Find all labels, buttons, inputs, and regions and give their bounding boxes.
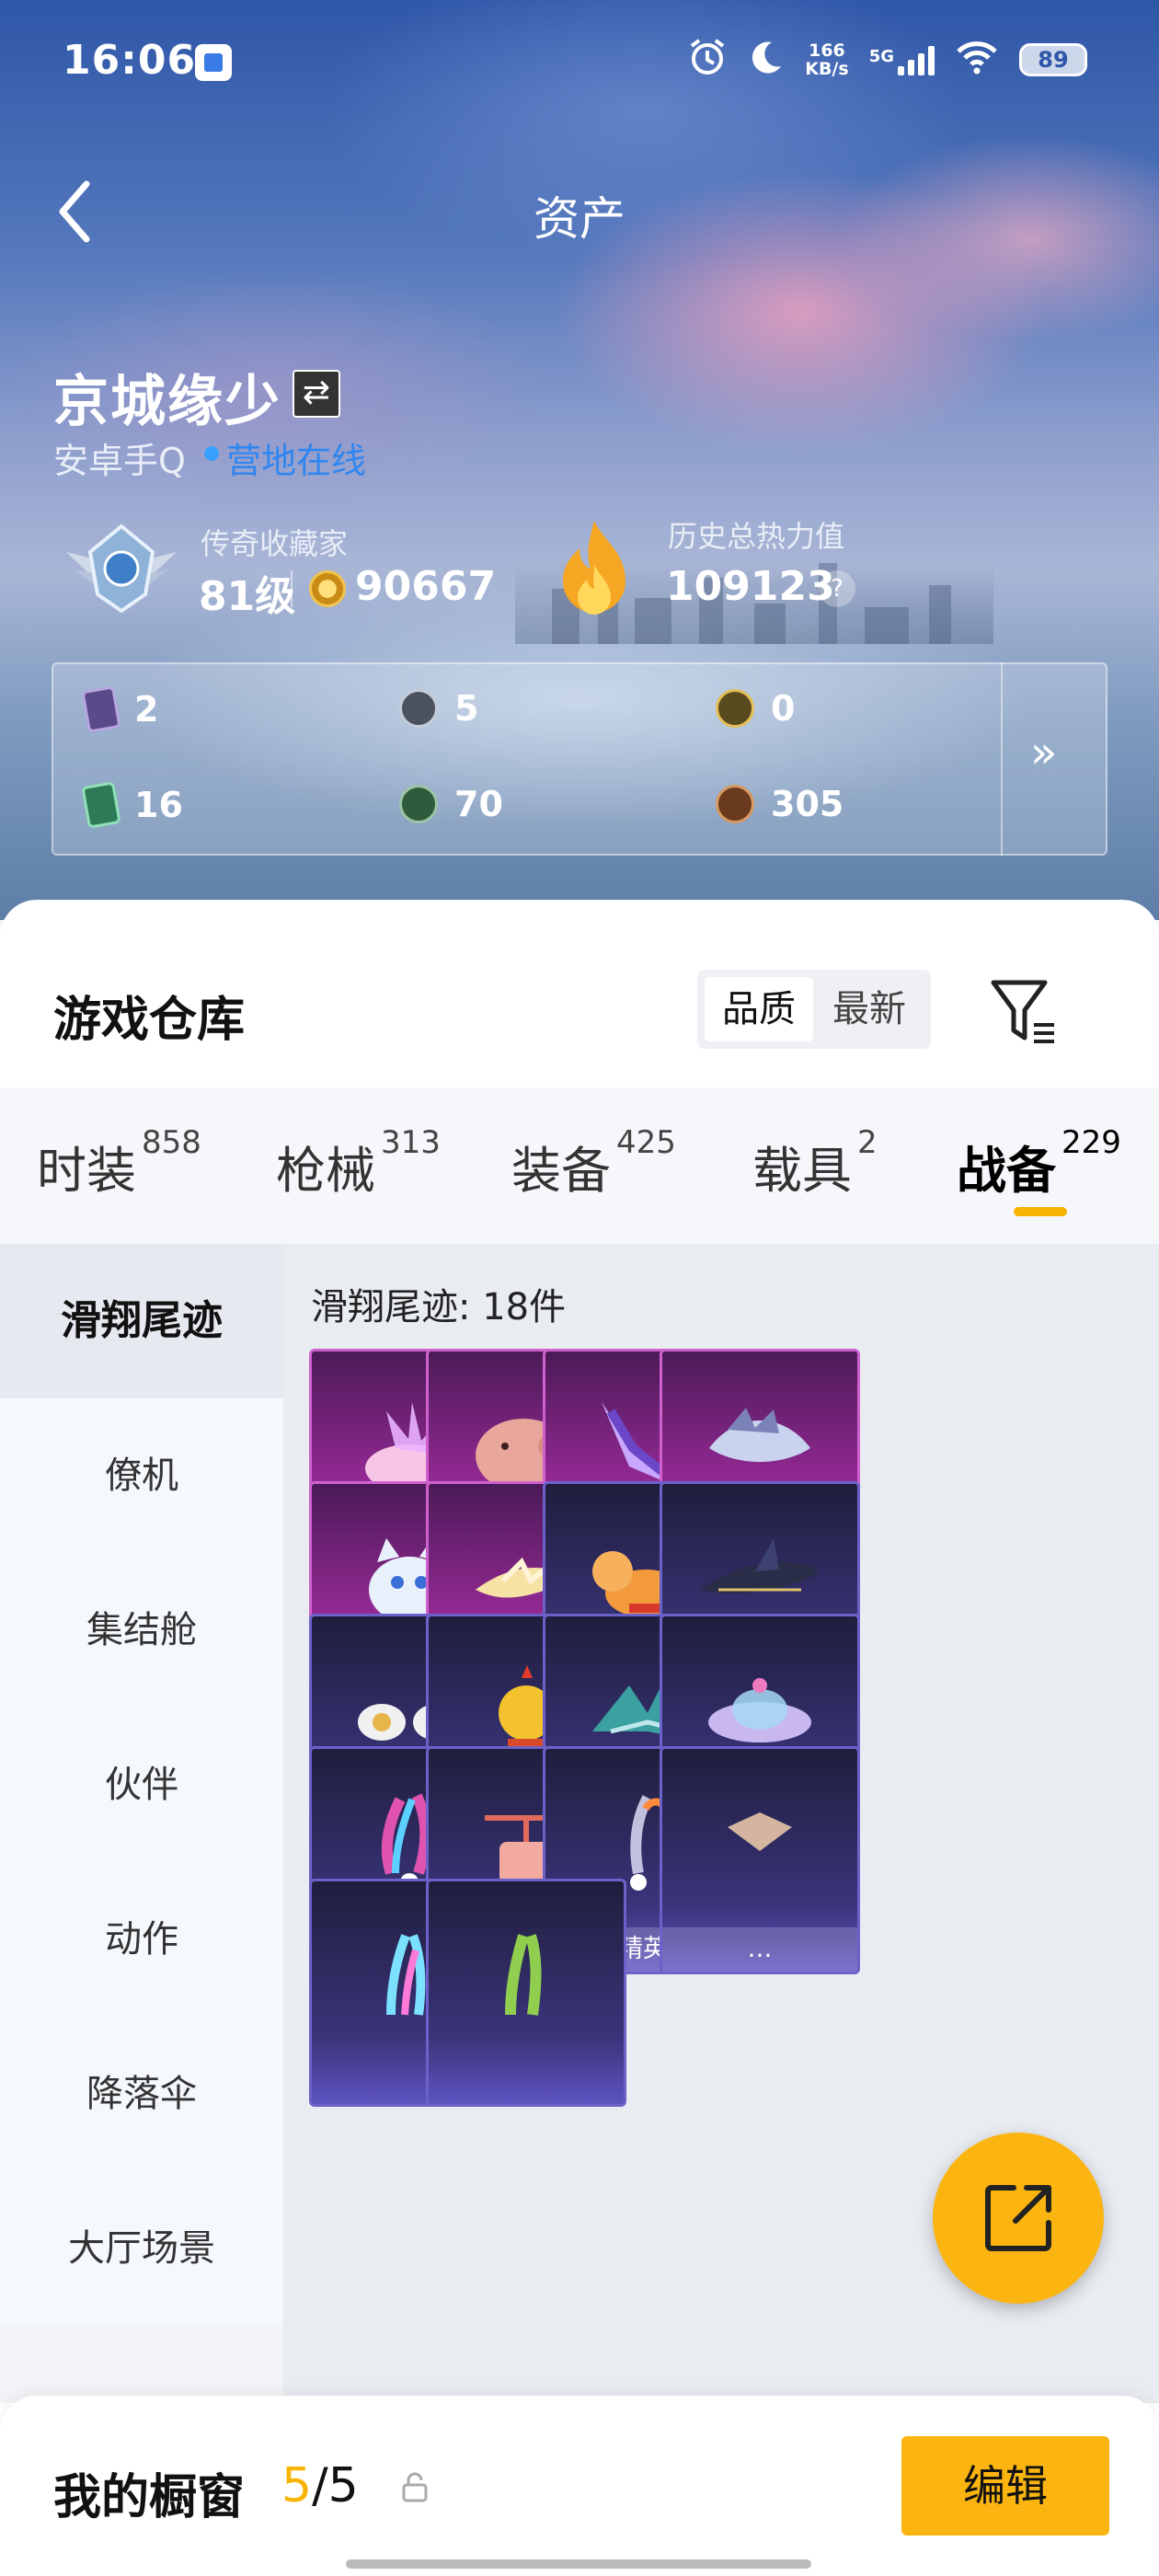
resource-item: 0 xyxy=(716,688,795,729)
tab-combat-gear[interactable]: 战备 229 xyxy=(957,1124,1121,1202)
help-icon[interactable]: ? xyxy=(819,570,855,607)
resource-item: 5 xyxy=(399,688,478,729)
tab-equipment[interactable]: 装备 425 xyxy=(511,1124,676,1202)
filter-button[interactable] xyxy=(988,975,1061,1049)
alarm-icon xyxy=(687,37,728,84)
network-type: 5G xyxy=(868,47,894,66)
subcategory-lobby-scene[interactable]: 大厅场景 xyxy=(0,2171,283,2326)
subcategory-companion[interactable]: 伙伴 xyxy=(0,1708,283,1862)
tab-vehicles[interactable]: 载具 2 xyxy=(752,1124,878,1202)
net-speed: 166 KB/s xyxy=(805,40,849,79)
resource-item: 305 xyxy=(716,784,843,824)
grid-header: 滑翔尾迹: 18件 xyxy=(311,1286,567,1328)
share-button[interactable] xyxy=(933,2133,1104,2304)
tab-fashion[interactable]: 时装 858 xyxy=(37,1124,201,1202)
silver-coin-icon xyxy=(399,689,438,728)
collector-level: 81级 xyxy=(199,573,296,620)
item-tile[interactable]: … xyxy=(660,1746,860,1974)
collector-coin-icon xyxy=(309,570,346,607)
status-bar: 16:06 166 KB/s 5G 89 xyxy=(0,0,1159,124)
sort-option-quality[interactable]: 品质 xyxy=(705,977,813,1041)
tab-weapons[interactable]: 枪械 313 xyxy=(276,1124,441,1202)
share-icon xyxy=(985,2185,1051,2251)
resources-more-button[interactable]: » xyxy=(1030,727,1057,778)
green-token-icon xyxy=(399,785,438,823)
gold-coin-icon xyxy=(716,689,754,728)
subcategory-list: 滑翔尾迹 僚机 集结舱 伙伴 动作 降落伞 大厅场景 xyxy=(0,1244,283,2403)
resource-panel xyxy=(52,662,1107,856)
moon-icon xyxy=(748,39,785,82)
sort-option-newest[interactable]: 最新 xyxy=(815,977,924,1041)
subcategory-emote[interactable]: 动作 xyxy=(0,1862,283,2017)
page-title: 资产 xyxy=(534,192,625,246)
item-artwork xyxy=(429,1881,624,2075)
purple-card-icon xyxy=(81,685,121,733)
item-name: … xyxy=(662,1927,857,1972)
home-indicator xyxy=(346,2559,811,2569)
subcategory-glide-trail[interactable]: 滑翔尾迹 xyxy=(0,1244,283,1398)
app-notification-icon xyxy=(195,44,232,81)
flame-icon xyxy=(552,517,637,627)
showcase-label: 我的橱窗 xyxy=(53,2470,246,2525)
warehouse-title: 游戏仓库 xyxy=(53,993,246,1048)
active-tab-indicator xyxy=(1014,1207,1067,1216)
stat-divider xyxy=(291,570,293,607)
resource-item: 70 xyxy=(399,784,503,824)
username: 京城缘少 xyxy=(53,370,281,434)
signal-icon: 5G xyxy=(869,44,935,75)
resource-divider xyxy=(1001,662,1003,856)
resource-item: 2 xyxy=(81,685,158,733)
showcase-count: 5/5 xyxy=(281,2458,359,2513)
swap-account-icon[interactable]: ⇄ xyxy=(293,370,340,418)
bronze-token-icon xyxy=(716,785,754,823)
green-card-icon xyxy=(81,781,121,829)
item-artwork xyxy=(662,1749,857,1942)
subcategory-wingman[interactable]: 僚机 xyxy=(0,1398,283,1553)
wifi-icon xyxy=(955,39,999,82)
item-tile[interactable] xyxy=(426,1879,626,2107)
heat-label: 历史总热力值 xyxy=(668,519,845,554)
status-time: 16:06 xyxy=(63,37,197,84)
lock-icon xyxy=(401,2471,429,2502)
heat-value: 109123 xyxy=(666,563,835,610)
edit-button[interactable]: 编辑 xyxy=(901,2436,1109,2536)
online-status-dot xyxy=(204,446,219,461)
battery-icon: 89 xyxy=(1019,43,1087,76)
filter-icon xyxy=(991,980,1054,1043)
resource-item: 16 xyxy=(81,781,183,829)
subcategory-parachute[interactable]: 降落伞 xyxy=(0,2017,283,2171)
sort-toggle: 品质 最新 xyxy=(697,970,931,1049)
online-status: 营地在线 xyxy=(226,441,367,481)
collector-title: 传奇收藏家 xyxy=(201,526,349,561)
subcategory-rally-pod[interactable]: 集结舱 xyxy=(0,1553,283,1708)
status-icons: 166 KB/s 5G 89 xyxy=(687,37,1087,83)
collector-badge-icon xyxy=(57,515,186,626)
collector-points: 90667 xyxy=(355,563,497,610)
platform-label: 安卓手Q xyxy=(53,441,186,481)
